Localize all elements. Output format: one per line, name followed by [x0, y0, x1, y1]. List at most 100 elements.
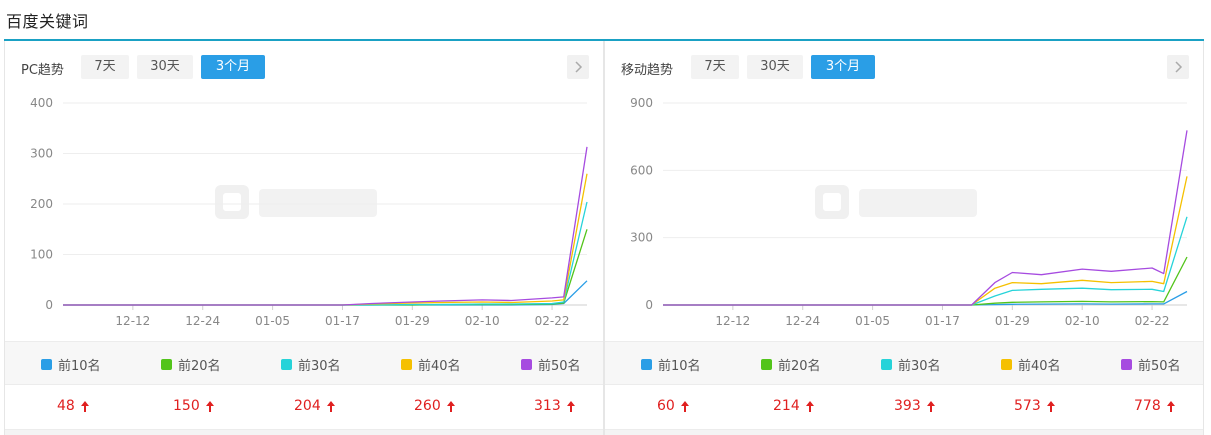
total-value: 60	[657, 398, 675, 414]
total-value: 150	[173, 398, 200, 414]
legend: 前10名 前20名 前30名 前40名 前50名	[5, 341, 603, 385]
arrow-up-icon	[805, 400, 814, 412]
arrow-up-icon	[205, 400, 214, 412]
total-top40: 573	[1014, 398, 1056, 414]
x-tick-label: 02-10	[1065, 314, 1100, 328]
range-3m-button[interactable]: 3个月	[201, 55, 265, 79]
x-tick-label: 01-05	[855, 314, 890, 328]
bottom-rule	[5, 429, 603, 435]
arrow-up-icon	[680, 400, 689, 412]
legend-swatch	[1121, 359, 1132, 370]
x-tick-label: 01-29	[995, 314, 1030, 328]
legend-label: 前20名	[778, 359, 821, 374]
total-top40: 260	[414, 398, 456, 414]
series-line-50	[663, 130, 1188, 306]
panel-label: 移动趋势	[621, 63, 674, 78]
arrow-up-icon	[566, 400, 575, 412]
total-top50: 313	[534, 398, 576, 414]
legend-swatch	[161, 359, 172, 370]
legend-item-top50: 前50名	[1121, 355, 1181, 374]
arrow-up-icon	[80, 400, 89, 412]
legend-label: 前10名	[58, 359, 101, 374]
series-line-30	[63, 201, 588, 306]
total-top20: 150	[173, 398, 215, 414]
x-tick-label: 01-05	[255, 314, 290, 328]
total-top30: 204	[294, 398, 336, 414]
totals-row: 48 150 204 260 313	[5, 385, 603, 429]
total-top20: 214	[773, 398, 815, 414]
x-tick-label: 01-17	[925, 314, 960, 328]
x-tick-label: 01-29	[395, 314, 430, 328]
y-tick-label: 400	[30, 96, 53, 110]
legend-label: 前50名	[538, 359, 581, 374]
legend-swatch	[881, 359, 892, 370]
range-7d-button[interactable]: 7天	[691, 55, 739, 79]
total-value: 313	[534, 398, 561, 414]
y-tick-label: 100	[30, 248, 53, 262]
legend-item-top20: 前20名	[161, 355, 221, 374]
total-top50: 778	[1134, 398, 1176, 414]
total-value: 778	[1134, 398, 1161, 414]
legend-swatch	[641, 359, 652, 370]
pc-trend-chart: 0 100 200 300 400 12-12 12-24 01-05 01-17 01-29 02…	[5, 91, 603, 331]
arrow-up-icon	[1046, 400, 1055, 412]
y-tick-label: 300	[630, 231, 653, 245]
x-tick-label: 12-12	[715, 314, 750, 328]
y-tick-label: 900	[630, 96, 653, 110]
legend-label: 前20名	[178, 359, 221, 374]
y-tick-label: 0	[45, 298, 53, 312]
y-tick-label: 300	[30, 147, 53, 161]
total-top10: 48	[57, 398, 90, 414]
panel-label: PC趋势	[21, 63, 64, 78]
legend-item-top10: 前10名	[41, 355, 101, 374]
x-tick-label: 02-22	[1135, 314, 1170, 328]
y-tick-label: 0	[645, 298, 653, 312]
series-line-10	[63, 280, 588, 306]
range-3m-button[interactable]: 3个月	[811, 55, 875, 79]
legend-item-top10: 前10名	[641, 355, 701, 374]
x-tick-label: 02-22	[535, 314, 570, 328]
section-title: 百度关键词	[6, 12, 89, 31]
legend-swatch	[521, 359, 532, 370]
series-line-10	[663, 290, 1188, 306]
range-30d-button[interactable]: 30天	[747, 55, 803, 79]
range-30d-button[interactable]: 30天	[137, 55, 193, 79]
chevron-right-icon	[1175, 61, 1183, 73]
legend-swatch	[1001, 359, 1012, 370]
arrow-up-icon	[926, 400, 935, 412]
mobile-trend-chart: 0 300 600 900 12-12 12-24 01-05 01-17 01-29 02-10…	[605, 91, 1203, 331]
y-tick-label: 600	[630, 163, 653, 177]
watermark-logo	[815, 185, 977, 219]
pc-trend-panel: PC趋势 7天 30天 3个月 0 100 200 300 400 12-12 12-24 0…	[4, 41, 604, 435]
totals-row: 60 214 393 573 778	[605, 385, 1203, 429]
series-line-30	[663, 216, 1188, 306]
legend-label: 前10名	[658, 359, 701, 374]
x-tick-label: 12-12	[115, 314, 150, 328]
legend-swatch	[401, 359, 412, 370]
legend-swatch	[41, 359, 52, 370]
x-tick-label: 02-10	[465, 314, 500, 328]
panel-header: PC趋势 7天 30天 3个月	[5, 55, 603, 79]
total-value: 204	[294, 398, 321, 414]
total-value: 48	[57, 398, 75, 414]
range-7d-button[interactable]: 7天	[81, 55, 129, 79]
panel-header: 移动趋势 7天 30天 3个月	[605, 55, 1203, 79]
next-button[interactable]	[567, 55, 589, 79]
legend-item-top50: 前50名	[521, 355, 581, 374]
legend-label: 前30名	[898, 359, 941, 374]
total-value: 573	[1014, 398, 1041, 414]
mobile-trend-panel: 移动趋势 7天 30天 3个月 0 300 600 900 12-12 12-24 01-0…	[604, 41, 1204, 435]
legend-swatch	[761, 359, 772, 370]
x-tick-label: 12-24	[785, 314, 820, 328]
legend-item-top30: 前30名	[881, 355, 941, 374]
bottom-rule	[605, 429, 1203, 435]
legend-item-top20: 前20名	[761, 355, 821, 374]
next-button[interactable]	[1167, 55, 1189, 79]
chevron-right-icon	[575, 61, 583, 73]
series-line-50	[63, 146, 588, 306]
watermark-logo	[215, 185, 377, 219]
legend-label: 前40名	[418, 359, 461, 374]
legend-swatch	[281, 359, 292, 370]
total-value: 393	[894, 398, 921, 414]
total-top30: 393	[894, 398, 936, 414]
